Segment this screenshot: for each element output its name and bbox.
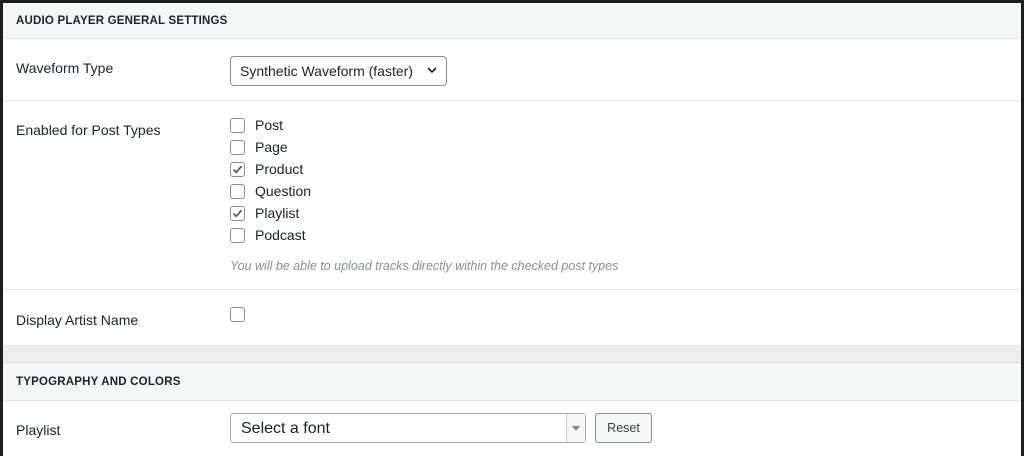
display-artist-name-checkbox[interactable] — [230, 307, 245, 322]
post-type-label: Product — [255, 161, 304, 177]
dropdown-arrow-icon[interactable] — [566, 414, 585, 442]
section-header-general: Audio Player General Settings — [3, 3, 1021, 39]
row-display-artist-name: Display Artist Name — [3, 290, 1021, 346]
post-type-checkbox[interactable] — [230, 206, 245, 221]
post-type-checkbox[interactable] — [230, 118, 245, 133]
row-waveform-type: Waveform Type Synthetic Waveform (faster… — [3, 39, 1021, 101]
post-type-label: Question — [255, 183, 312, 199]
display-artist-name-label: Display Artist Name — [16, 312, 139, 328]
checkmark-icon — [232, 165, 243, 174]
waveform-type-select[interactable]: Synthetic Waveform (faster) — [230, 56, 447, 86]
reset-button[interactable]: Reset — [595, 413, 652, 443]
post-type-checkbox[interactable] — [230, 140, 245, 155]
post-type-checkbox[interactable] — [230, 162, 245, 177]
post-types-hint: You will be able to upload tracks direct… — [230, 259, 619, 273]
post-type-label: Page — [255, 139, 288, 155]
post-type-checkbox[interactable] — [230, 184, 245, 199]
waveform-type-value: Synthetic Waveform (faster) — [240, 63, 413, 79]
row-post-types: Enabled for Post Types Post Page Product Qu… — [3, 101, 1021, 290]
playlist-label: Playlist — [16, 422, 61, 438]
playlist-font-placeholder: Select a font — [241, 420, 330, 437]
post-type-checkbox[interactable] — [230, 228, 245, 243]
post-type-label: Post — [255, 117, 284, 133]
checkmark-icon — [232, 209, 243, 218]
settings-panel: Audio Player General Settings Waveform T… — [3, 3, 1021, 456]
post-types-label: Enabled for Post Types — [16, 122, 161, 138]
section-title-typography: Typography and Colors — [16, 376, 181, 388]
post-type-label: Playlist — [255, 205, 300, 221]
playlist-font-select[interactable]: Select a font — [230, 413, 586, 443]
row-playlist-font: Playlist Select a font Reset — [3, 401, 1021, 456]
section-title-general: Audio Player General Settings — [16, 15, 228, 27]
section-header-typography: Typography and Colors — [3, 363, 1021, 401]
chevron-down-icon — [427, 67, 437, 74]
post-type-label: Podcast — [255, 227, 306, 243]
waveform-type-label: Waveform Type — [16, 60, 114, 76]
section-separator — [3, 346, 1021, 363]
